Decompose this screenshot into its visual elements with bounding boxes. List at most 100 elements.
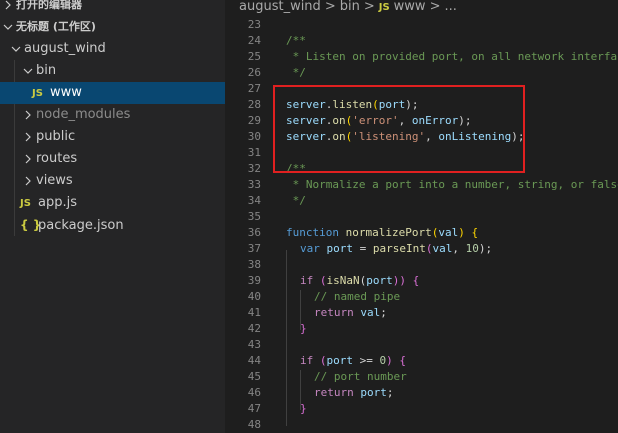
folder-label: views — [36, 173, 73, 188]
code-text: */ — [286, 194, 306, 207]
chevron-down-icon — [0, 16, 16, 38]
chevron-right-icon — [20, 170, 36, 192]
line-number: 40 — [247, 290, 261, 303]
line-number: 29 — [247, 114, 261, 127]
file-app-js[interactable]: JS app.js — [0, 192, 225, 214]
line-number: 25 — [247, 50, 261, 63]
line-number: 37 — [247, 242, 261, 255]
code-text: * Listen on provided port, on all networ… — [286, 50, 618, 63]
line-number: 35 — [247, 210, 261, 223]
folder-label: august_wind — [24, 41, 106, 56]
breadcrumb-separator: > — [324, 0, 336, 14]
folder-node-modules[interactable]: node_modules — [0, 104, 225, 126]
code-line[interactable]: 33 * Normalize a port into a number, str… — [225, 177, 618, 193]
code-text: // named pipe — [314, 290, 401, 303]
code-line[interactable]: 42} — [225, 321, 618, 337]
line-number: 47 — [247, 402, 261, 415]
breadcrumb-root[interactable]: august_wind — [239, 0, 321, 14]
code-text: function normalizePort(val) { — [286, 226, 479, 239]
line-number: 30 — [247, 130, 261, 143]
line-number: 34 — [247, 194, 261, 207]
code-line[interactable]: 37 var port = parseInt(val, 10); — [225, 241, 618, 257]
line-number: 41 — [247, 306, 261, 319]
breadcrumb-file[interactable]: www — [394, 0, 426, 14]
code-line[interactable]: 25 * Listen on provided port, on all net… — [225, 49, 618, 65]
code-line[interactable]: 41 return val; — [225, 305, 618, 321]
code-editor[interactable]: august_wind > bin > JS www >... 23 24/** 25 * … — [225, 0, 618, 433]
breadcrumb-folder[interactable]: bin — [340, 0, 360, 14]
chevron-down-icon — [20, 60, 36, 82]
highlight-annotation-box — [273, 85, 525, 173]
line-number: 31 — [247, 146, 261, 159]
code-line[interactable]: 36 function normalizePort(val) { — [225, 225, 618, 241]
folder-views[interactable]: views — [0, 170, 225, 192]
folder-label: node_modules — [36, 107, 131, 122]
folder-august-wind[interactable]: august_wind — [0, 38, 225, 60]
line-number: 28 — [247, 98, 261, 111]
code-text: } — [300, 322, 307, 335]
file-www[interactable]: JS www — [0, 82, 225, 104]
line-number: 45 — [247, 370, 261, 383]
code-line[interactable]: 45 // port number — [225, 369, 618, 385]
code-text: } — [300, 402, 307, 415]
js-file-icon: JS — [20, 198, 31, 209]
code-line[interactable]: 39 if (isNaN(port)) { — [225, 273, 618, 289]
code-line[interactable]: 35 — [225, 209, 618, 225]
line-number: 39 — [247, 274, 261, 287]
code-line[interactable]: 23 — [225, 17, 618, 33]
line-number: 26 — [247, 66, 261, 79]
open-editors-section[interactable]: 打开的编辑器 — [0, 0, 225, 16]
line-number: 27 — [247, 82, 261, 95]
code-line[interactable]: 38 — [225, 257, 618, 273]
code-line[interactable]: 40 // named pipe — [225, 289, 618, 305]
chevron-right-icon — [20, 104, 36, 126]
code-line[interactable]: 24 /** — [225, 33, 618, 49]
code-line[interactable]: 34 */ — [225, 193, 618, 209]
folder-public[interactable]: public — [0, 126, 225, 148]
chevron-right-icon — [0, 0, 16, 16]
line-number: 42 — [247, 322, 261, 335]
workspace-label: 无标题 (工作区) — [16, 20, 96, 33]
folder-label: public — [36, 129, 76, 144]
line-number: 36 — [247, 226, 261, 239]
code-line[interactable]: 43 — [225, 337, 618, 353]
line-number: 46 — [247, 386, 261, 399]
open-editors-label: 打开的编辑器 — [16, 0, 82, 11]
chevron-right-icon — [20, 126, 36, 148]
folder-bin[interactable]: bin — [0, 60, 225, 82]
folder-label: bin — [36, 63, 57, 78]
breadcrumb-separator: > — [429, 0, 441, 14]
code-text: var port = parseInt(val, 10); — [300, 242, 493, 255]
code-line[interactable]: 48 — [225, 417, 618, 433]
js-file-icon: JS — [32, 88, 43, 99]
code-text: if (port >= 0) { — [300, 354, 406, 367]
code-line[interactable]: 46 return port; — [225, 385, 618, 401]
code-text: return port; — [314, 386, 394, 399]
js-file-icon: JS — [378, 2, 390, 13]
file-label: www — [50, 85, 82, 100]
code-text: if (isNaN(port)) { — [300, 274, 420, 287]
line-number: 48 — [247, 418, 261, 431]
code-text: /** — [286, 34, 306, 47]
folder-routes[interactable]: routes — [0, 148, 225, 170]
code-line[interactable]: 47} — [225, 401, 618, 417]
line-number: 23 — [247, 18, 261, 31]
line-number: 33 — [247, 178, 261, 191]
file-package-json[interactable]: { }package.json — [0, 214, 225, 236]
json-file-icon: { } — [20, 218, 42, 232]
code-line[interactable]: 26 */ — [225, 65, 618, 81]
code-text: * Normalize a port into a number, string… — [286, 178, 618, 191]
line-number: 32 — [247, 162, 261, 175]
line-number: 43 — [247, 338, 261, 351]
breadcrumb: august_wind > bin > JS www >... — [225, 0, 618, 16]
folder-label: routes — [36, 151, 78, 166]
workspace-section[interactable]: 无标题 (工作区) — [0, 16, 225, 38]
code-line[interactable]: 44 if (port >= 0) { — [225, 353, 618, 369]
file-label: app.js — [38, 195, 77, 210]
code-text: // port number — [314, 370, 407, 383]
explorer-sidebar: 打开的编辑器 无标题 (工作区) august_wind bin JS www n… — [0, 0, 225, 433]
line-number: 38 — [247, 258, 261, 271]
code-text: */ — [286, 66, 306, 79]
line-number: 44 — [247, 354, 261, 367]
breadcrumb-more[interactable]: ... — [444, 0, 456, 14]
